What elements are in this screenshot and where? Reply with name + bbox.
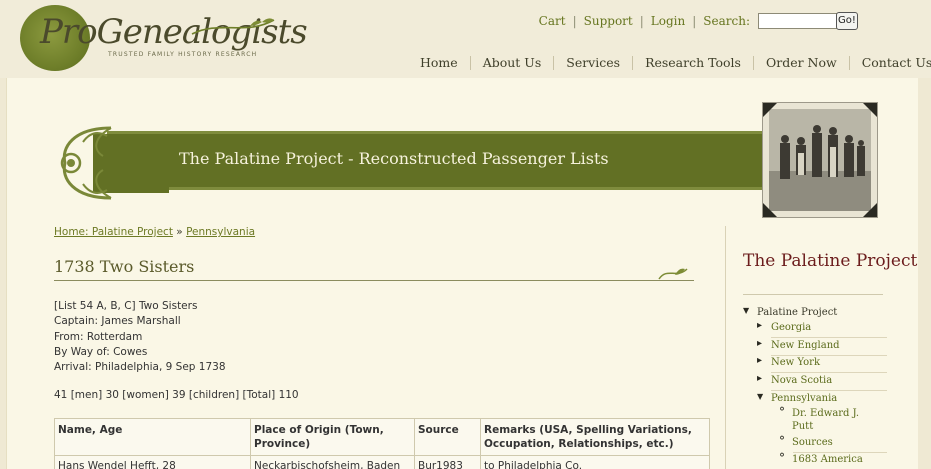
ship-details: [List 54 A, B, C] Two Sisters Captain: J…	[54, 299, 226, 375]
title-divider	[54, 280, 694, 281]
cell-source: Bur1983	[414, 455, 481, 469]
arrival: Arrival: Philadelphia, 9 Sep 1738	[54, 361, 226, 374]
passenger-table: Name, Age Place of Origin (Town, Provinc…	[54, 418, 710, 469]
column-header-remarks: Remarks (USA, Spelling Variations, Occup…	[480, 418, 710, 456]
nav-about-us[interactable]: About Us	[483, 55, 542, 70]
breadcrumb-home-link[interactable]: Home: Palatine Project	[54, 226, 173, 238]
column-divider	[725, 226, 726, 469]
divider	[771, 355, 887, 356]
divider	[848, 56, 850, 70]
divider: |	[639, 14, 644, 28]
expanded-arrow-icon: ▼	[743, 306, 750, 315]
expanded-arrow-icon: ▼	[757, 392, 764, 401]
logo-tagline: TRUSTED FAMILY HISTORY RESEARCH	[108, 51, 258, 58]
divider: |	[572, 14, 577, 28]
sidebar-item-label: Dr. Edward J.	[792, 408, 860, 419]
circle-bullet-icon: °	[779, 451, 785, 465]
via-port: By Way of: Cowes	[54, 345, 148, 358]
passenger-counts: 41 [men] 30 [women] 39 [children] [Total…	[54, 389, 299, 401]
sidebar-item-label: 1683 America	[792, 454, 863, 465]
column-header-source: Source	[414, 418, 481, 456]
breadcrumb: Home: Palatine Project » Pennsylvania	[54, 226, 255, 238]
divider	[632, 56, 634, 70]
sidebar-item-label: Palatine Project	[757, 307, 838, 318]
divider	[793, 452, 887, 453]
scroll-ornament-icon	[60, 126, 169, 200]
circle-bullet-icon: °	[779, 434, 785, 448]
nav-contact-us[interactable]: Contact Us	[862, 55, 931, 70]
page-title: 1738 Two Sisters	[54, 257, 195, 276]
collapsed-arrow-icon: ▸	[757, 373, 763, 384]
people-photo-icon	[769, 109, 871, 211]
divider	[771, 337, 887, 338]
sidebar-title: The Palatine Project	[743, 251, 918, 271]
circle-bullet-icon: °	[779, 405, 785, 419]
vine-ornament-icon	[191, 18, 275, 35]
nav-home[interactable]: Home	[420, 55, 458, 70]
nav-order-now[interactable]: Order Now	[766, 55, 837, 70]
captain: Captain: James Marshall	[54, 315, 181, 328]
table-row: Hans Wendel Hefft, 28 Neckarbischofsheim…	[54, 455, 710, 469]
main-nav: Home About Us Services Research Tools Or…	[420, 55, 931, 70]
divider	[771, 372, 887, 373]
divider: |	[692, 14, 697, 28]
content-area: The Palatine Project - Reconstructed Pas…	[6, 78, 918, 469]
cart-link[interactable]: Cart	[539, 14, 566, 28]
login-link[interactable]: Login	[651, 14, 685, 28]
nav-research-tools[interactable]: Research Tools	[645, 55, 741, 70]
list-reference: [List 54 A, B, C] Two Sisters	[54, 300, 198, 312]
divider	[553, 56, 555, 70]
flourish-ornament-icon	[658, 268, 688, 280]
support-link[interactable]: Support	[584, 14, 633, 28]
search-go-button[interactable]: Go!	[836, 12, 858, 30]
divider	[771, 390, 887, 391]
site-header: ProGenealogists TRUSTED FAMILY HISTORY R…	[0, 0, 931, 78]
utility-nav: Cart | Support | Login | Search:	[539, 13, 857, 29]
column-header-name: Name, Age	[54, 418, 251, 456]
breadcrumb-current-link[interactable]: Pennsylvania	[186, 226, 255, 238]
cell-origin: Neckarbischofsheim, Baden	[250, 455, 415, 469]
cell-remarks: to Philadelphia Co.	[480, 455, 710, 469]
nav-services[interactable]: Services	[566, 55, 620, 70]
breadcrumb-separator: »	[176, 226, 183, 238]
collapsed-arrow-icon: ▸	[757, 338, 763, 349]
divider	[752, 56, 754, 70]
banner-title: The Palatine Project - Reconstructed Pas…	[179, 149, 609, 168]
sidebar-item-label: Sources	[792, 437, 833, 448]
cell-name: Hans Wendel Hefft, 28	[54, 455, 251, 469]
table-header-row: Name, Age Place of Origin (Town, Provinc…	[54, 418, 710, 456]
column-header-origin: Place of Origin (Town, Province)	[250, 418, 415, 456]
sidebar-item-label: Nova Scotia	[771, 375, 833, 386]
departure-port: From: Rotterdam	[54, 330, 143, 343]
collapsed-arrow-icon: ▸	[757, 320, 763, 331]
sidebar-divider	[743, 294, 883, 295]
sidebar-item-label: Pennsylvania	[771, 393, 838, 404]
family-photo	[763, 103, 877, 217]
search-label: Search:	[703, 14, 750, 28]
divider	[469, 56, 471, 70]
collapsed-arrow-icon: ▸	[757, 355, 763, 366]
sidebar-item-label: New England	[771, 340, 840, 351]
sidebar-item-label: New York	[771, 357, 820, 368]
sidebar-item-label: Georgia	[771, 322, 812, 333]
sidebar-item-label: Putt	[792, 421, 814, 432]
